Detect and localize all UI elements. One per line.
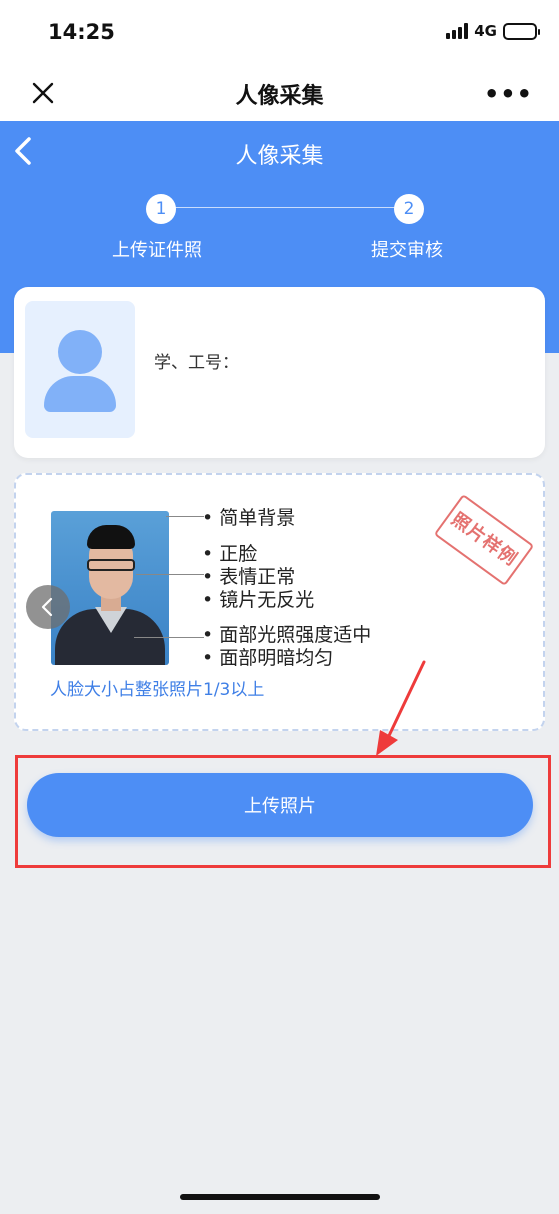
carousel-prev-button[interactable]: [26, 585, 70, 629]
mini-program-nav: 人像采集 •••: [0, 64, 559, 121]
nav-title: 人像采集: [235, 84, 324, 109]
tip-leader: [134, 637, 204, 638]
step-2-number: 2: [394, 194, 424, 224]
tip-leader: [166, 516, 204, 517]
sample-stamp: 照片样例: [433, 493, 535, 587]
signal-icon: [446, 23, 469, 39]
avatar: [25, 301, 135, 438]
tip-even-shading: 面部明暗均匀: [202, 643, 333, 670]
step-2-label: 提交审核: [371, 240, 443, 261]
status-time: 14:25: [48, 20, 115, 44]
step-connector: [175, 207, 395, 208]
user-info-card: 学、工号：: [14, 287, 545, 458]
network-type: 4G: [474, 22, 497, 40]
face-size-caption: 人脸大小占整张照片1/3以上: [50, 680, 265, 700]
battery-icon: [503, 22, 540, 40]
avatar-body: [44, 376, 116, 412]
page-title: 人像采集: [235, 144, 324, 169]
step-1-number: 1: [146, 194, 176, 224]
student-id-label: 学、工号：: [154, 353, 239, 373]
step-1-label: 上传证件照: [112, 240, 202, 261]
sample-photo-card: 简单背景 正脸 表情正常 镜片无反光 面部光照强度适中 面部明暗均匀 照片样例 …: [14, 473, 545, 731]
chevron-left-icon: [41, 597, 53, 617]
home-indicator: [180, 1194, 380, 1200]
annotation-arrow: [376, 660, 426, 756]
tip-leader: [136, 574, 204, 575]
avatar-head: [58, 330, 102, 374]
more-icon[interactable]: •••: [484, 80, 533, 108]
tip-no-reflection: 镜片无反光: [202, 585, 314, 612]
upload-photo-button[interactable]: 上传照片: [27, 773, 533, 837]
status-indicators: 4G: [446, 22, 540, 40]
tip-background: 简单背景: [202, 503, 295, 530]
status-bar: 14:25 4G: [0, 0, 559, 64]
